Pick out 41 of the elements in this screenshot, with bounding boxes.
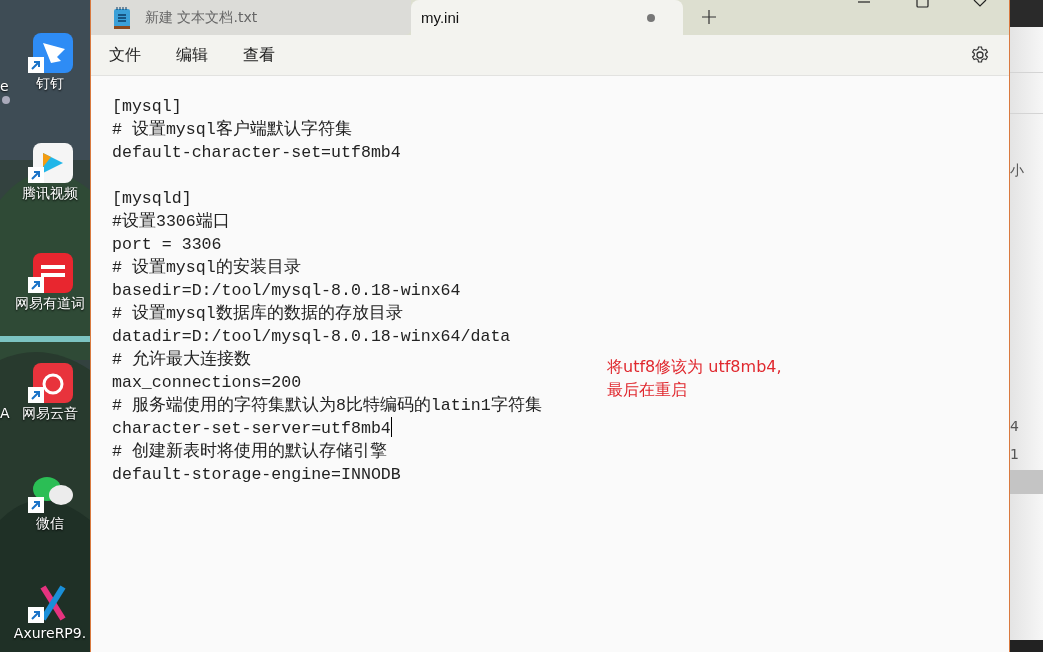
- play-icon[interactable]: [27, 143, 73, 183]
- plus-icon: [702, 10, 716, 24]
- background-text: 4: [1010, 417, 1020, 436]
- code-line: [mysql]: [112, 96, 182, 118]
- code-line: # 服务端使用的字符集默认为8比特编码的latin1字符集: [112, 394, 542, 417]
- code-line: datadir=D:/tool/mysql-8.0.18-winx64/data: [112, 326, 511, 348]
- desktop-icon-label: e: [0, 78, 9, 94]
- desktop-icon-label[interactable]: 钉钉: [36, 75, 64, 93]
- desktop-icon-label[interactable]: 网易云音: [22, 405, 78, 423]
- menu-item[interactable]: 编辑: [176, 44, 208, 66]
- annotation-text: 将utf8修该为 utf8mb4,: [607, 356, 782, 378]
- menu-item[interactable]: 文件: [109, 44, 141, 66]
- code-line: basedir=D:/tool/mysql-8.0.18-winx64: [112, 280, 461, 302]
- code-line: max_connections=200: [112, 372, 302, 394]
- desktop-icon-label[interactable]: 腾讯视频: [22, 185, 78, 203]
- code-line: default-character-set=utf8mb4: [112, 142, 401, 164]
- app-icon[interactable]: [27, 253, 73, 293]
- desktop-icon-label[interactable]: 微信: [36, 515, 64, 533]
- taskbar: [1010, 640, 1043, 652]
- title-bar: [1010, 0, 1043, 27]
- tab[interactable]: my.ini: [411, 0, 683, 35]
- settings-icon[interactable]: [971, 46, 989, 64]
- desktop-icon-label[interactable]: 网易有道词: [15, 295, 85, 313]
- code-line: #设置3306端口: [112, 211, 230, 233]
- code-line: default-storage-engine=INNODB: [112, 464, 401, 486]
- code-line: # 创建新表时将使用的默认存储引擎: [112, 441, 387, 463]
- desktop-icon-label: A: [0, 405, 10, 421]
- background-text: 1: [1010, 445, 1020, 464]
- code-line: port = 3306: [112, 234, 222, 256]
- annotation-text: 最后在重启: [607, 379, 688, 401]
- code-line: # 设置mysql客户端默认字符集: [112, 118, 352, 141]
- background-text: 小: [1010, 161, 1025, 180]
- code-line: # 允许最大连接数: [112, 349, 251, 371]
- code-line: # 设置mysql数据库的数据的存放目录: [112, 302, 403, 325]
- notepad-icon: [114, 6, 130, 29]
- desktop-icon-label[interactable]: AxureRP9.: [13, 625, 87, 641]
- code-line: # 设置mysql的安装目录: [112, 256, 301, 279]
- menu-item[interactable]: 查看: [243, 44, 275, 66]
- tab[interactable]: 新建 文本文档.txt: [91, 0, 411, 35]
- code-line: character-set-server=utf8mb4: [112, 417, 392, 440]
- code-line: [mysqld]: [112, 188, 192, 210]
